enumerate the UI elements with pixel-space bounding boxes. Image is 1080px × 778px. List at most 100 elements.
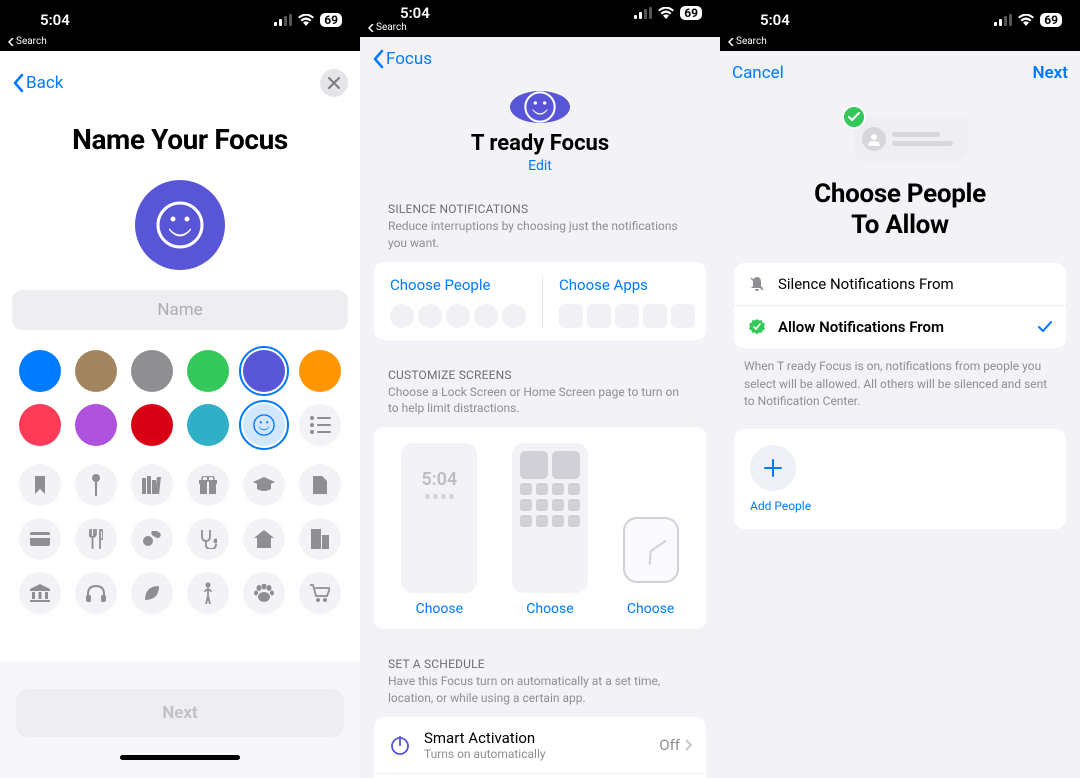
color-brown[interactable]	[75, 350, 117, 392]
choose-apps-button[interactable]: Choose Apps	[542, 276, 711, 328]
color-pink[interactable]	[19, 404, 61, 446]
screen-focus-detail: 5:04 69 Search Focus T ready Focus Edit …	[360, 0, 720, 778]
chevron-left-icon	[728, 38, 734, 46]
bookmark-icon	[33, 476, 47, 494]
watch-face-icon	[623, 517, 679, 583]
glyph-home[interactable]	[243, 518, 285, 560]
paw-icon	[254, 584, 274, 602]
glyph-utensils[interactable]	[75, 518, 117, 560]
power-icon	[388, 733, 412, 757]
smart-activation-row[interactable]: Smart Activation Turns on automatically …	[374, 717, 706, 773]
battery-indicator: 69	[680, 6, 702, 20]
status-time: 5:04	[40, 11, 70, 29]
wifi-icon	[1018, 14, 1034, 26]
bank-icon	[30, 584, 50, 602]
next-button[interactable]: Next	[1033, 63, 1069, 83]
watch-face-choose[interactable]: Choose	[623, 517, 679, 617]
glyph-stethoscope[interactable]	[187, 518, 229, 560]
glyph-pills[interactable]	[131, 518, 173, 560]
focus-icon-header	[510, 91, 570, 123]
section-schedule-desc: Have this Focus turn on automatically at…	[360, 671, 720, 707]
allow-mode-card: Silence Notifications From Allow Notific…	[734, 263, 1066, 348]
checkmark-seal-icon	[748, 319, 766, 335]
add-schedule-link[interactable]: Add Schedule	[374, 773, 706, 778]
color-teal[interactable]	[187, 404, 229, 446]
silence-card: Choose People Choose Apps	[374, 262, 706, 340]
checkmark-badge-icon	[842, 105, 866, 129]
status-bar: 5:04 69	[720, 0, 1080, 36]
avatar-icon	[862, 127, 886, 151]
status-time: 5:04	[760, 11, 790, 29]
section-silence-desc: Reduce interruptions by choosing just th…	[360, 216, 720, 252]
glyph-smiley-selected[interactable]	[243, 404, 285, 446]
glyph-pin[interactable]	[75, 464, 117, 506]
schedule-card: Smart Activation Turns on automatically …	[374, 717, 706, 778]
color-red[interactable]	[131, 404, 173, 446]
breadcrumb-search[interactable]: Search	[0, 36, 360, 51]
glyph-leaf[interactable]	[131, 572, 173, 614]
people-placeholders	[390, 304, 526, 328]
close-icon	[328, 77, 340, 89]
status-right: 69	[274, 13, 342, 27]
name-input[interactable]: Name	[12, 290, 348, 330]
color-orange[interactable]	[299, 350, 341, 392]
glyph-headphones[interactable]	[75, 572, 117, 614]
color-green[interactable]	[187, 350, 229, 392]
glyph-card[interactable]	[19, 518, 61, 560]
hero-illustration	[840, 109, 960, 165]
lock-screen-choose[interactable]: 5:04 Choose	[401, 443, 477, 617]
glyph-gift[interactable]	[187, 464, 229, 506]
edit-link[interactable]: Edit	[360, 158, 720, 174]
glyph-graduation[interactable]	[243, 464, 285, 506]
add-people-label: Add People	[750, 499, 1050, 513]
smiley-icon	[156, 201, 204, 249]
breadcrumb-search[interactable]: Search	[720, 36, 1080, 51]
glyph-person[interactable]	[187, 572, 229, 614]
glyph-list[interactable]	[299, 404, 341, 446]
option-silence-from[interactable]: Silence Notifications From	[734, 263, 1066, 305]
color-grid	[19, 350, 341, 446]
screen-choose-people: 5:04 69 Search Cancel Next Choose People…	[720, 0, 1080, 778]
signal-icon	[274, 14, 292, 26]
close-button[interactable]	[320, 69, 348, 97]
section-silence-label: SILENCE NOTIFICATIONS	[360, 202, 720, 216]
glyph-paw[interactable]	[243, 572, 285, 614]
page-title: Choose PeopleTo Allow	[740, 179, 1060, 241]
home-indicator[interactable]	[120, 755, 240, 760]
glyph-bookmark[interactable]	[19, 464, 61, 506]
signal-icon	[994, 14, 1012, 26]
breadcrumb-search[interactable]: Search	[360, 22, 720, 37]
next-button[interactable]: Next	[16, 689, 344, 737]
add-people-button[interactable]	[750, 445, 796, 491]
cancel-button[interactable]: Cancel	[732, 63, 784, 83]
glyph-books[interactable]	[131, 464, 173, 506]
back-button[interactable]: Focus	[372, 49, 432, 69]
color-purple[interactable]	[75, 404, 117, 446]
stethoscope-icon	[199, 529, 217, 549]
cart-icon	[310, 584, 330, 602]
section-screens-label: CUSTOMIZE SCREENS	[360, 368, 720, 382]
status-bar: 5:04 69	[0, 0, 360, 36]
leaf-icon	[143, 584, 161, 602]
glyph-building[interactable]	[299, 518, 341, 560]
status-right: 69	[634, 6, 702, 20]
status-time: 5:04	[400, 4, 430, 22]
color-indigo[interactable]	[243, 350, 285, 392]
color-blue[interactable]	[19, 350, 61, 392]
glyph-bank[interactable]	[19, 572, 61, 614]
status-bar: 5:04 69	[360, 0, 720, 22]
choose-people-button[interactable]: Choose People	[374, 276, 542, 328]
footer: Next	[0, 661, 360, 778]
home-screen-choose[interactable]: Choose	[512, 443, 588, 617]
glyph-cart[interactable]	[299, 572, 341, 614]
color-gray[interactable]	[131, 350, 173, 392]
nav-bar: Cancel Next	[720, 51, 1080, 91]
home-icon	[254, 530, 274, 548]
back-button[interactable]: Back	[12, 73, 63, 93]
signal-icon	[634, 7, 652, 19]
document-icon	[313, 476, 327, 494]
wifi-icon	[298, 14, 314, 26]
option-allow-from[interactable]: Allow Notifications From	[734, 305, 1066, 348]
glyph-document[interactable]	[299, 464, 341, 506]
add-people-card: Add People	[734, 429, 1066, 529]
